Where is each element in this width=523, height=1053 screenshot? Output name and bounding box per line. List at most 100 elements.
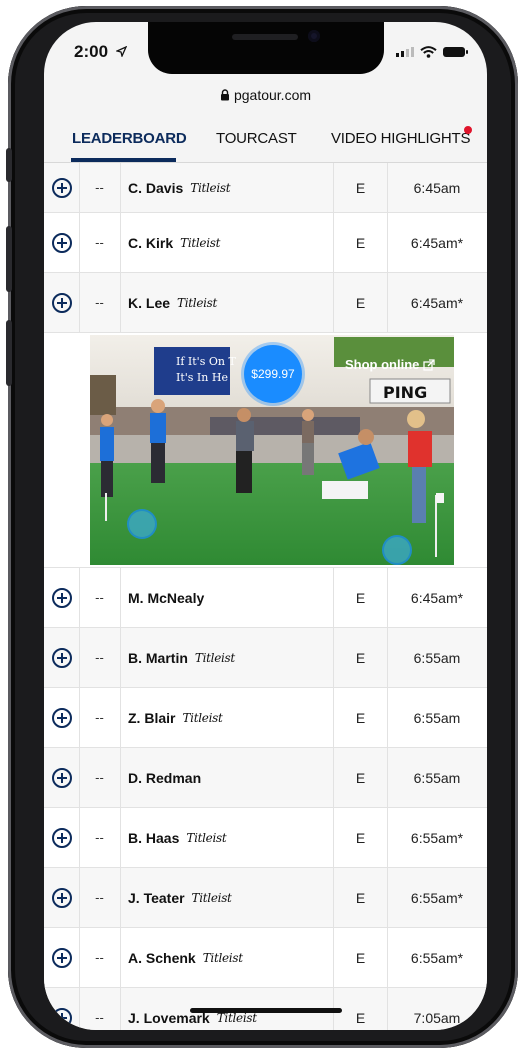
expand-icon[interactable] xyxy=(51,177,72,198)
tee-time: 6:55am* xyxy=(410,889,464,906)
expand-icon[interactable] xyxy=(51,232,72,253)
tee-time: 6:55am xyxy=(413,649,461,666)
tee-time: 6:45am* xyxy=(410,234,464,251)
status-bar-time: 2:00 xyxy=(74,42,128,62)
expand-icon[interactable] xyxy=(51,707,72,728)
tab-video-highlights[interactable]: VIDEO HIGHLIGHTS xyxy=(331,130,471,147)
player-name[interactable]: K. Lee xyxy=(128,295,170,311)
position: -- xyxy=(79,748,121,807)
player-name[interactable]: J. Teater xyxy=(128,890,185,906)
player-name[interactable]: A. Schenk xyxy=(128,950,196,966)
table-row[interactable]: -- C. Davis Titleist E 6:45am xyxy=(44,163,487,213)
expand-icon[interactable] xyxy=(51,292,72,313)
titleist-logo: Titleist xyxy=(202,950,243,965)
player-name[interactable]: D. Redman xyxy=(128,770,201,786)
expand-icon[interactable] xyxy=(51,887,72,908)
tab-bar: LEADERBOARD TOURCAST VIDEO HIGHLIGHTS xyxy=(44,122,487,163)
total-score: E xyxy=(334,988,388,1030)
volume-up-button xyxy=(6,226,12,292)
sign-text-2: It's In He xyxy=(176,371,228,384)
player-name[interactable]: Z. Blair xyxy=(128,710,175,726)
total-score: E xyxy=(334,628,388,687)
cellular-signal-icon xyxy=(396,47,414,57)
status-bar-indicators xyxy=(396,46,468,58)
shop-online-link[interactable]: Shop online xyxy=(345,357,436,372)
position: -- xyxy=(79,273,121,332)
external-link-icon xyxy=(423,358,436,371)
table-row[interactable]: -- K. Lee Titleist E 6:45am* xyxy=(44,273,487,333)
player-name[interactable]: B. Martin xyxy=(128,650,188,666)
total-score: E xyxy=(334,928,388,987)
table-row[interactable]: -- M. McNealy E 6:45am* xyxy=(44,568,487,628)
expand-icon[interactable] xyxy=(51,827,72,848)
position: -- xyxy=(79,163,121,212)
tab-tourcast[interactable]: TOURCAST xyxy=(216,130,297,147)
titleist-logo: Titleist xyxy=(191,890,232,905)
total-score: E xyxy=(334,568,388,627)
player-name[interactable]: B. Haas xyxy=(128,830,179,846)
expand-icon[interactable] xyxy=(51,947,72,968)
front-camera xyxy=(308,30,320,42)
total-score: E xyxy=(334,273,388,332)
table-row[interactable]: -- B. Martin Titleist E 6:55am xyxy=(44,628,487,688)
ad-image[interactable]: If It's On T It's In He PING $299.97 Sho… xyxy=(90,335,454,565)
active-tab-indicator xyxy=(71,158,176,162)
home-indicator[interactable] xyxy=(190,1008,342,1013)
position: -- xyxy=(79,688,121,747)
total-score: E xyxy=(334,213,388,272)
tee-time: 6:45am* xyxy=(410,294,464,311)
tee-time: 6:55am* xyxy=(410,829,464,846)
sign-text-1: If It's On T xyxy=(176,355,236,368)
table-row[interactable]: -- J. Teater Titleist E 6:55am* xyxy=(44,868,487,928)
lock-icon xyxy=(220,89,229,101)
table-row[interactable]: -- A. Schenk Titleist E 6:55am* xyxy=(44,928,487,988)
tee-time: 6:45am xyxy=(413,179,461,196)
url-text: pgatour.com xyxy=(233,87,312,103)
player-name[interactable]: C. Kirk xyxy=(128,235,173,251)
table-row[interactable]: -- Z. Blair Titleist E 6:55am xyxy=(44,688,487,748)
expand-icon[interactable] xyxy=(51,1007,72,1028)
expand-icon[interactable] xyxy=(51,767,72,788)
total-score: E xyxy=(334,688,388,747)
hotspot-marker[interactable] xyxy=(382,535,412,565)
tee-time: 6:55am xyxy=(413,769,461,786)
shop-online-label: Shop online xyxy=(345,357,420,372)
silent-switch xyxy=(6,148,12,182)
volume-down-button xyxy=(6,320,12,386)
tee-time: 6:45am* xyxy=(410,589,464,606)
advertisement: If It's On T It's In He PING $299.97 Sho… xyxy=(44,333,487,568)
titleist-logo: Titleist xyxy=(190,180,231,195)
total-score: E xyxy=(334,808,388,867)
price-bubble[interactable]: $299.97 xyxy=(244,345,302,403)
total-score: E xyxy=(334,868,388,927)
tee-time: 6:55am xyxy=(413,709,461,726)
table-row[interactable]: -- C. Kirk Titleist E 6:45am* xyxy=(44,213,487,273)
battery-icon xyxy=(443,47,468,57)
notification-dot xyxy=(464,126,472,134)
player-name[interactable]: C. Davis xyxy=(128,180,183,196)
position: -- xyxy=(79,988,121,1030)
table-row[interactable]: -- D. Redman E 6:55am xyxy=(44,748,487,808)
player-name[interactable]: M. McNealy xyxy=(128,590,204,606)
address-bar[interactable]: pgatour.com xyxy=(44,87,487,103)
tab-leaderboard[interactable]: LEADERBOARD xyxy=(72,130,187,147)
notch xyxy=(148,22,384,74)
position: -- xyxy=(79,628,121,687)
expand-icon[interactable] xyxy=(51,587,72,608)
position: -- xyxy=(79,928,121,987)
location-arrow-icon xyxy=(114,45,128,58)
speaker xyxy=(232,34,298,40)
titleist-logo: Titleist xyxy=(177,295,218,310)
tee-time: 6:55am* xyxy=(410,949,464,966)
table-row[interactable]: -- B. Haas Titleist E 6:55am* xyxy=(44,808,487,868)
total-score: E xyxy=(334,163,388,212)
phone-screen: 2:00 pgatour.com LEADERBOARD TOURCAST VI… xyxy=(44,22,487,1030)
titleist-logo: Titleist xyxy=(182,710,223,725)
position: -- xyxy=(79,568,121,627)
position: -- xyxy=(79,808,121,867)
wifi-icon xyxy=(420,46,437,58)
expand-icon[interactable] xyxy=(51,647,72,668)
leaderboard-table: -- C. Davis Titleist E 6:45am -- C. Kirk T… xyxy=(44,163,487,1030)
position: -- xyxy=(79,213,121,272)
hotspot-marker[interactable] xyxy=(127,509,157,539)
